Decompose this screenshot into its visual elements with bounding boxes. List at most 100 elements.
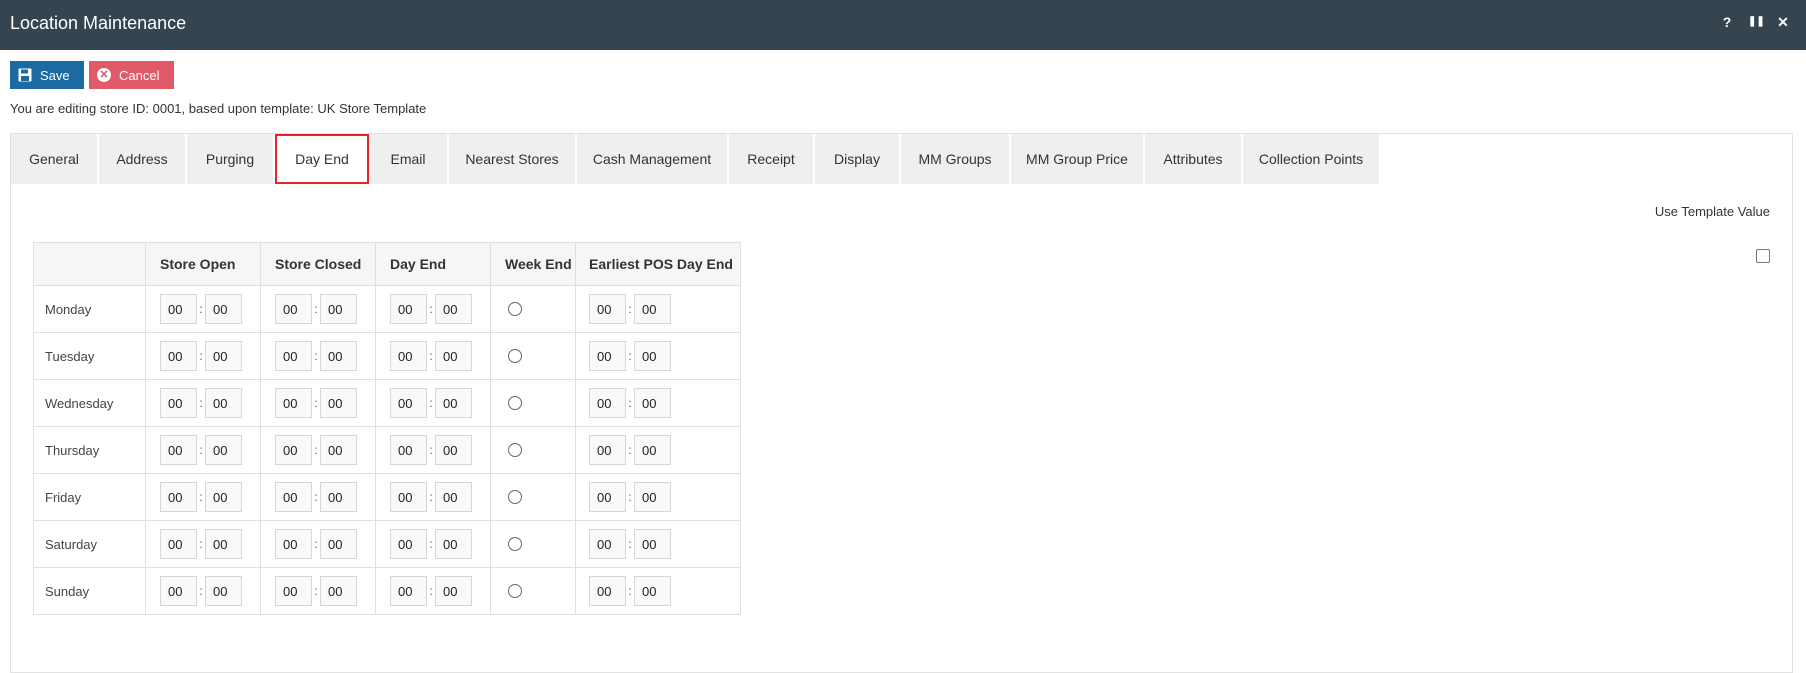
earliest-pos-day-end-minute-input[interactable] [634, 435, 671, 465]
store-closed-hour-input[interactable] [275, 388, 312, 418]
store-closed-minute-input[interactable] [320, 576, 357, 606]
earliest-pos-day-end-hour-input[interactable] [589, 529, 626, 559]
store-closed-minute-input[interactable] [320, 341, 357, 371]
store-open-hour-input[interactable] [160, 435, 197, 465]
tab-day-end[interactable]: Day End [275, 134, 369, 184]
day-end-minute-input[interactable] [435, 435, 472, 465]
store-closed-hour-input[interactable] [275, 576, 312, 606]
day-end-hour-input[interactable] [390, 482, 427, 512]
day-end-hour-input[interactable] [390, 294, 427, 324]
week-end-radio[interactable] [508, 349, 522, 363]
day-end-minute-input[interactable] [435, 294, 472, 324]
time-separator: : [314, 490, 318, 504]
store-open-time: : [160, 435, 260, 465]
earliest-pos-day-end-minute-input[interactable] [634, 529, 671, 559]
store-open-time: : [160, 388, 260, 418]
table-row-sunday: Sunday:::: [33, 567, 741, 615]
close-icon[interactable]: ✕ [1776, 14, 1790, 31]
earliest-pos-day-end-hour-input[interactable] [589, 341, 626, 371]
week-end-cell [490, 332, 576, 380]
store-open-hour-input[interactable] [160, 576, 197, 606]
day-end-hour-input[interactable] [390, 388, 427, 418]
day-end-minute-input[interactable] [435, 576, 472, 606]
store-open-minute-input[interactable] [205, 482, 242, 512]
day-end-minute-input[interactable] [435, 341, 472, 371]
store-closed-hour-input[interactable] [275, 435, 312, 465]
tab-nearest-stores[interactable]: Nearest Stores [449, 134, 577, 184]
store-open-minute-input[interactable] [205, 529, 242, 559]
week-end-radio[interactable] [508, 537, 522, 551]
tab-mm-group-price[interactable]: MM Group Price [1011, 134, 1145, 184]
store-closed-minute-input[interactable] [320, 435, 357, 465]
store-closed-minute-input[interactable] [320, 529, 357, 559]
pause-icon[interactable]: ❚❚ [1748, 14, 1765, 31]
day-end-hour-input[interactable] [390, 341, 427, 371]
store-closed-hour-input[interactable] [275, 341, 312, 371]
day-end-minute-input[interactable] [435, 529, 472, 559]
help-icon[interactable]: ? [1720, 14, 1734, 31]
week-end-radio[interactable] [508, 584, 522, 598]
day-end-cell: : [375, 567, 491, 615]
tab-cash-management[interactable]: Cash Management [577, 134, 729, 184]
day-end-hour-input[interactable] [390, 576, 427, 606]
time-separator: : [628, 584, 632, 598]
store-open-hour-input[interactable] [160, 529, 197, 559]
store-closed-cell: : [260, 426, 376, 474]
tab-purging[interactable]: Purging [187, 134, 275, 184]
store-open-minute-input[interactable] [205, 576, 242, 606]
editing-info-text: You are editing store ID: 0001, based up… [10, 101, 427, 116]
earliest-pos-day-end-cell: : [575, 332, 741, 380]
earliest-pos-day-end-hour-input[interactable] [589, 576, 626, 606]
tab-display[interactable]: Display [815, 134, 901, 184]
store-closed-time: : [275, 388, 375, 418]
save-button[interactable]: Save [10, 61, 84, 89]
day-label: Sunday [33, 567, 146, 615]
store-closed-minute-input[interactable] [320, 388, 357, 418]
store-open-minute-input[interactable] [205, 294, 242, 324]
tab-email[interactable]: Email [369, 134, 449, 184]
earliest-pos-day-end-hour-input[interactable] [589, 435, 626, 465]
earliest-pos-day-end-minute-input[interactable] [634, 341, 671, 371]
tab-collection-points[interactable]: Collection Points [1243, 134, 1381, 184]
store-closed-hour-input[interactable] [275, 482, 312, 512]
store-closed-hour-input[interactable] [275, 529, 312, 559]
day-end-cell: : [375, 520, 491, 568]
tab-attributes[interactable]: Attributes [1145, 134, 1243, 184]
week-end-radio[interactable] [508, 443, 522, 457]
tab-general[interactable]: General [11, 134, 99, 184]
store-open-hour-input[interactable] [160, 294, 197, 324]
week-end-radio[interactable] [508, 396, 522, 410]
day-label: Monday [33, 285, 146, 333]
day-end-hour-input[interactable] [390, 435, 427, 465]
title-bar: Location Maintenance ? ❚❚ ✕ [0, 0, 1806, 50]
store-open-hour-input[interactable] [160, 388, 197, 418]
tab-mm-groups[interactable]: MM Groups [901, 134, 1011, 184]
earliest-pos-day-end-hour-input[interactable] [589, 482, 626, 512]
earliest-pos-day-end-time: : [589, 294, 740, 324]
store-closed-hour-input[interactable] [275, 294, 312, 324]
store-closed-minute-input[interactable] [320, 482, 357, 512]
day-end-minute-input[interactable] [435, 482, 472, 512]
store-open-hour-input[interactable] [160, 482, 197, 512]
store-open-minute-input[interactable] [205, 435, 242, 465]
tab-receipt[interactable]: Receipt [729, 134, 815, 184]
cancel-button[interactable]: ✕ Cancel [89, 61, 174, 89]
earliest-pos-day-end-minute-input[interactable] [634, 576, 671, 606]
earliest-pos-day-end-minute-input[interactable] [634, 388, 671, 418]
store-closed-minute-input[interactable] [320, 294, 357, 324]
week-end-radio[interactable] [508, 302, 522, 316]
earliest-pos-day-end-minute-input[interactable] [634, 294, 671, 324]
earliest-pos-day-end-hour-input[interactable] [589, 294, 626, 324]
use-template-value-checkbox[interactable] [1756, 249, 1770, 263]
day-end-hour-input[interactable] [390, 529, 427, 559]
day-end-minute-input[interactable] [435, 388, 472, 418]
tab-address[interactable]: Address [99, 134, 187, 184]
earliest-pos-day-end-hour-input[interactable] [589, 388, 626, 418]
store-open-hour-input[interactable] [160, 341, 197, 371]
store-open-minute-input[interactable] [205, 388, 242, 418]
store-open-minute-input[interactable] [205, 341, 242, 371]
store-open-time: : [160, 576, 260, 606]
earliest-pos-day-end-minute-input[interactable] [634, 482, 671, 512]
time-separator: : [314, 396, 318, 410]
week-end-radio[interactable] [508, 490, 522, 504]
